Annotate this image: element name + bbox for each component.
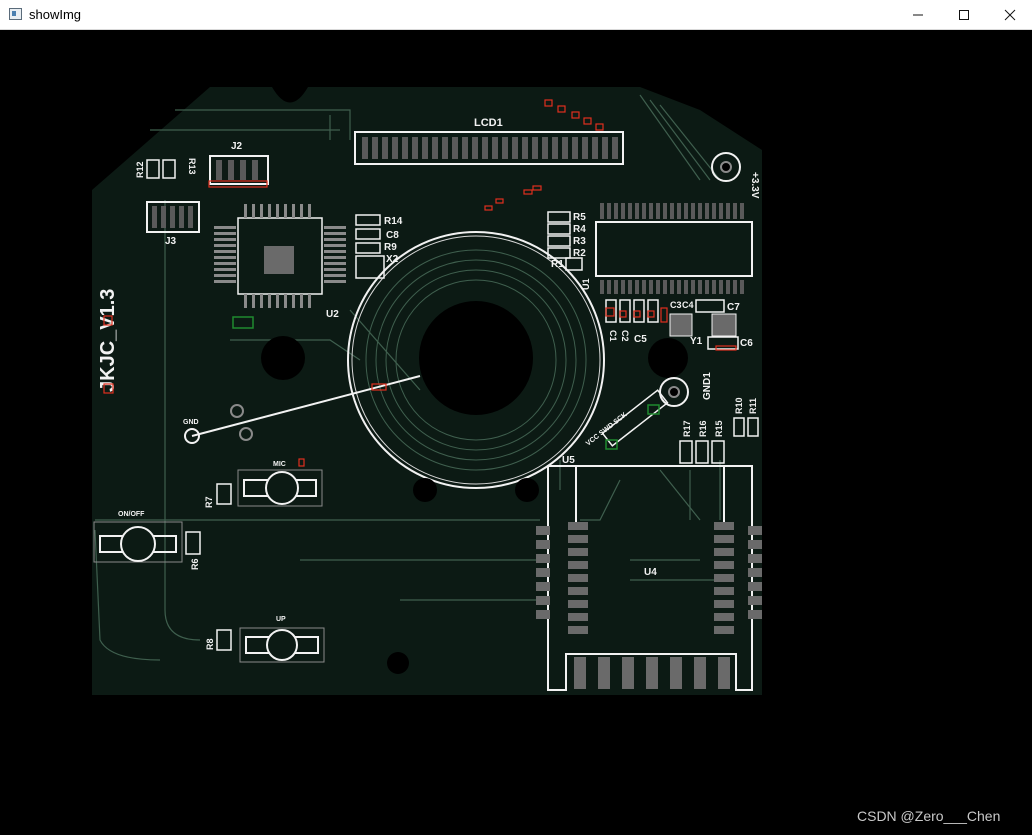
window-title: showImg bbox=[29, 7, 82, 22]
label-onoff: ON/OFF bbox=[118, 511, 145, 518]
y1-crystal-pad-b bbox=[711, 313, 737, 337]
label-r17: R17 bbox=[682, 420, 692, 437]
label-r10: R10 bbox=[734, 397, 744, 414]
label-c8: C8 bbox=[386, 230, 399, 241]
label-r3: R3 bbox=[573, 236, 586, 247]
label-r13: R13 bbox=[187, 158, 197, 175]
label-mic: MIC bbox=[273, 461, 286, 468]
label-r7: R7 bbox=[204, 496, 214, 508]
label-r15: R15 bbox=[714, 420, 724, 437]
image-canvas: LCD1 J2 J3 R12 R13 U2 R14 C8 R9 X2 R5 R4… bbox=[0, 30, 1032, 835]
label-c5: C5 bbox=[634, 334, 647, 345]
minimize-icon bbox=[913, 14, 923, 15]
y1-crystal-pad-a bbox=[669, 313, 693, 337]
label-r14: R14 bbox=[384, 216, 403, 227]
label-c3: C3 bbox=[670, 300, 682, 310]
pcb-image: LCD1 J2 J3 R12 R13 U2 R14 C8 R9 X2 R5 R4… bbox=[92, 87, 762, 695]
label-x2: X2 bbox=[386, 254, 399, 265]
label-power: +3.3V bbox=[749, 172, 760, 199]
label-c6: C6 bbox=[740, 338, 753, 349]
label-up: UP bbox=[276, 616, 286, 623]
label-j3: J3 bbox=[165, 236, 177, 247]
power-pad-hole bbox=[720, 161, 732, 173]
label-y1: Y1 bbox=[690, 336, 703, 347]
label-r9: R9 bbox=[384, 242, 397, 253]
title-bar: showImg bbox=[0, 0, 1032, 30]
maximize-icon bbox=[959, 9, 969, 20]
watermark: CSDN @Zero___Chen bbox=[857, 808, 1001, 824]
minimize-button[interactable] bbox=[895, 0, 941, 29]
label-u1: U1 bbox=[581, 278, 591, 290]
label-j2: J2 bbox=[231, 141, 243, 152]
label-r4: R4 bbox=[573, 224, 586, 235]
label-r6: R6 bbox=[190, 558, 200, 570]
label-lcd1: LCD1 bbox=[474, 117, 503, 129]
label-u4: U4 bbox=[644, 567, 657, 578]
label-r11: R11 bbox=[748, 398, 758, 414]
label-u2: U2 bbox=[326, 309, 339, 320]
label-c1: C1 bbox=[608, 330, 618, 342]
label-c2: C2 bbox=[620, 330, 630, 342]
label-r5: R5 bbox=[573, 212, 586, 223]
close-icon bbox=[1004, 9, 1016, 20]
close-button[interactable] bbox=[987, 0, 1032, 29]
label-r1: R1 bbox=[551, 259, 564, 270]
label-gnd1: GND1 bbox=[702, 372, 713, 400]
label-c7: C7 bbox=[727, 302, 740, 313]
maximize-button[interactable] bbox=[941, 0, 987, 29]
label-r12: R12 bbox=[135, 161, 145, 178]
board-version-label: JKJC_V1.3 bbox=[97, 289, 119, 392]
pcb-board bbox=[92, 87, 762, 695]
label-u5: U5 bbox=[562, 455, 575, 466]
app-window-icon bbox=[9, 8, 22, 20]
center-hole bbox=[419, 301, 533, 415]
label-c4: C4 bbox=[682, 300, 694, 310]
label-r2: R2 bbox=[573, 248, 586, 259]
label-r8: R8 bbox=[205, 638, 215, 650]
label-gnd: GND bbox=[183, 419, 199, 426]
gnd1-pad-hole bbox=[668, 386, 680, 398]
label-r16: R16 bbox=[698, 420, 708, 437]
